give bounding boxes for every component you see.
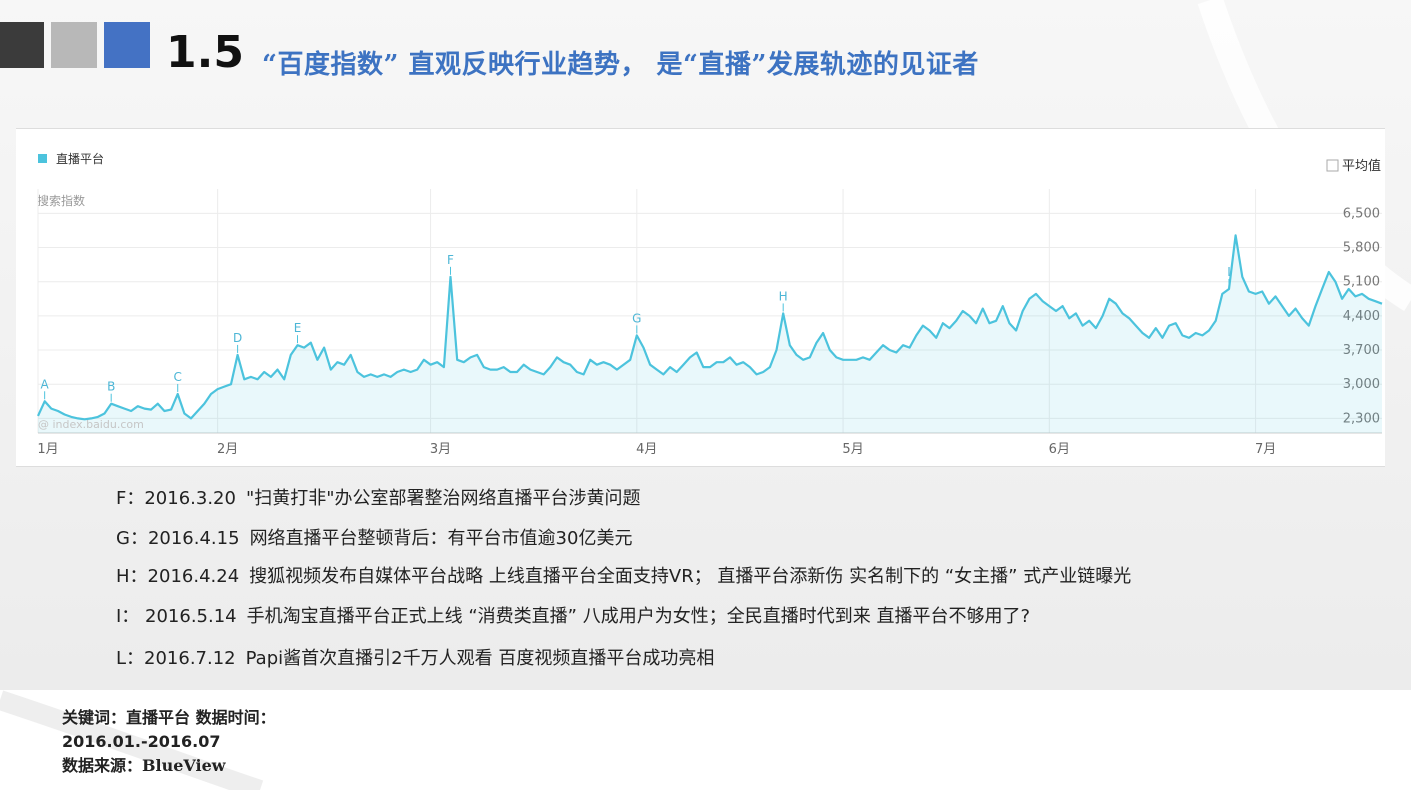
note-label: I： 2016.5.14 [116, 606, 237, 627]
legend-swatch [38, 154, 47, 163]
x-tick-label: 2月 [217, 442, 238, 457]
footer-keywords: 关键词：直播平台 数据时间： [62, 708, 276, 727]
annotation-label: H [779, 289, 788, 303]
annotation-label: G [632, 311, 641, 325]
chart-panel: 直播平台 平均值 搜索指数 6,500 5,800 5,100 4,400 3,700 3,00… [16, 128, 1385, 467]
header-square-gray [51, 22, 97, 68]
page-title: “百度指数” 直观反映行业趋势， 是“直播”发展轨迹的见证者 [262, 50, 979, 80]
x-tick-label: 5月 [842, 442, 863, 457]
note-label: H：2016.4.24 [116, 566, 240, 587]
average-label[interactable]: 平均值 [1342, 158, 1381, 174]
x-tick-label: 3月 [430, 442, 451, 457]
header-square-blue [104, 22, 150, 68]
note-text: 网络直播平台整顿背后：有平台市值逾30亿美元 [249, 528, 633, 549]
footer-time-range: 2016.01.-2016.07 [62, 732, 221, 751]
note-item: H：2016.4.24 搜狐视频发布自媒体平台战略 上线直播平台全面支持VR； 直… [116, 562, 1131, 588]
note-text: Papi酱首次直播引2千万人观看 百度视频直播平台成功亮相 [245, 648, 715, 669]
note-text: "扫黄打非"办公室部署整治网络直播平台涉黄问题 [245, 488, 641, 509]
annotation-label: I [1227, 265, 1231, 279]
y-tick-label: 5,800 [1343, 241, 1380, 256]
header-square-dark [0, 22, 44, 68]
annotation-label: B [107, 380, 115, 394]
annotation-label: D [233, 331, 242, 345]
section-number: 1.5 [166, 27, 244, 78]
note-label: L：2016.7.12 [116, 648, 236, 669]
search-index-chart: 直播平台 平均值搜索指数6,5005,8005,1004,4003,7003,00… [37, 151, 1383, 457]
x-tick-label: 1月 [37, 442, 58, 457]
note-text: 手机淘宝直播平台正式上线 “消费类直播” 八成用户为女性；全民直播时代到来 直播… [246, 606, 1031, 627]
annotation-label: A [41, 377, 50, 391]
note-item: F：2016.3.20 "扫黄打非"办公室部署整治网络直播平台涉黄问题 [116, 484, 641, 510]
footer-info: 关键词：直播平台 数据时间： 2016.01.-2016.07 数据来源：Blu… [62, 706, 276, 778]
note-item: G：2016.4.15 网络直播平台整顿背后：有平台市值逾30亿美元 [116, 524, 632, 550]
annotation-label: F [447, 253, 454, 267]
average-checkbox [1326, 159, 1339, 172]
note-label: F：2016.3.20 [116, 488, 236, 509]
note-item: L：2016.7.12 Papi酱首次直播引2千万人观看 百度视频直播平台成功亮相 [116, 644, 714, 670]
annotation-label: E [294, 321, 302, 335]
y-axis-label: 搜索指数 [37, 193, 85, 208]
note-item: I： 2016.5.14 手机淘宝直播平台正式上线 “消费类直播” 八成用户为女性… [116, 602, 1030, 628]
watermark: @ index.baidu.com [38, 418, 144, 431]
footer-source: 数据来源：BlueView [62, 756, 226, 775]
note-label: G：2016.4.15 [116, 528, 240, 549]
note-text: 搜狐视频发布自媒体平台战略 上线直播平台全面支持VR； 直播平台添新伤 实名制下… [249, 566, 1132, 587]
y-tick-label: 6,500 [1343, 206, 1380, 221]
x-tick-label: 7月 [1255, 442, 1276, 457]
x-tick-label: 6月 [1049, 442, 1070, 457]
y-tick-label: 5,100 [1343, 275, 1380, 290]
legend-label: 直播平台 [56, 151, 104, 166]
annotation-label: C [174, 370, 182, 384]
x-tick-label: 4月 [636, 442, 657, 457]
